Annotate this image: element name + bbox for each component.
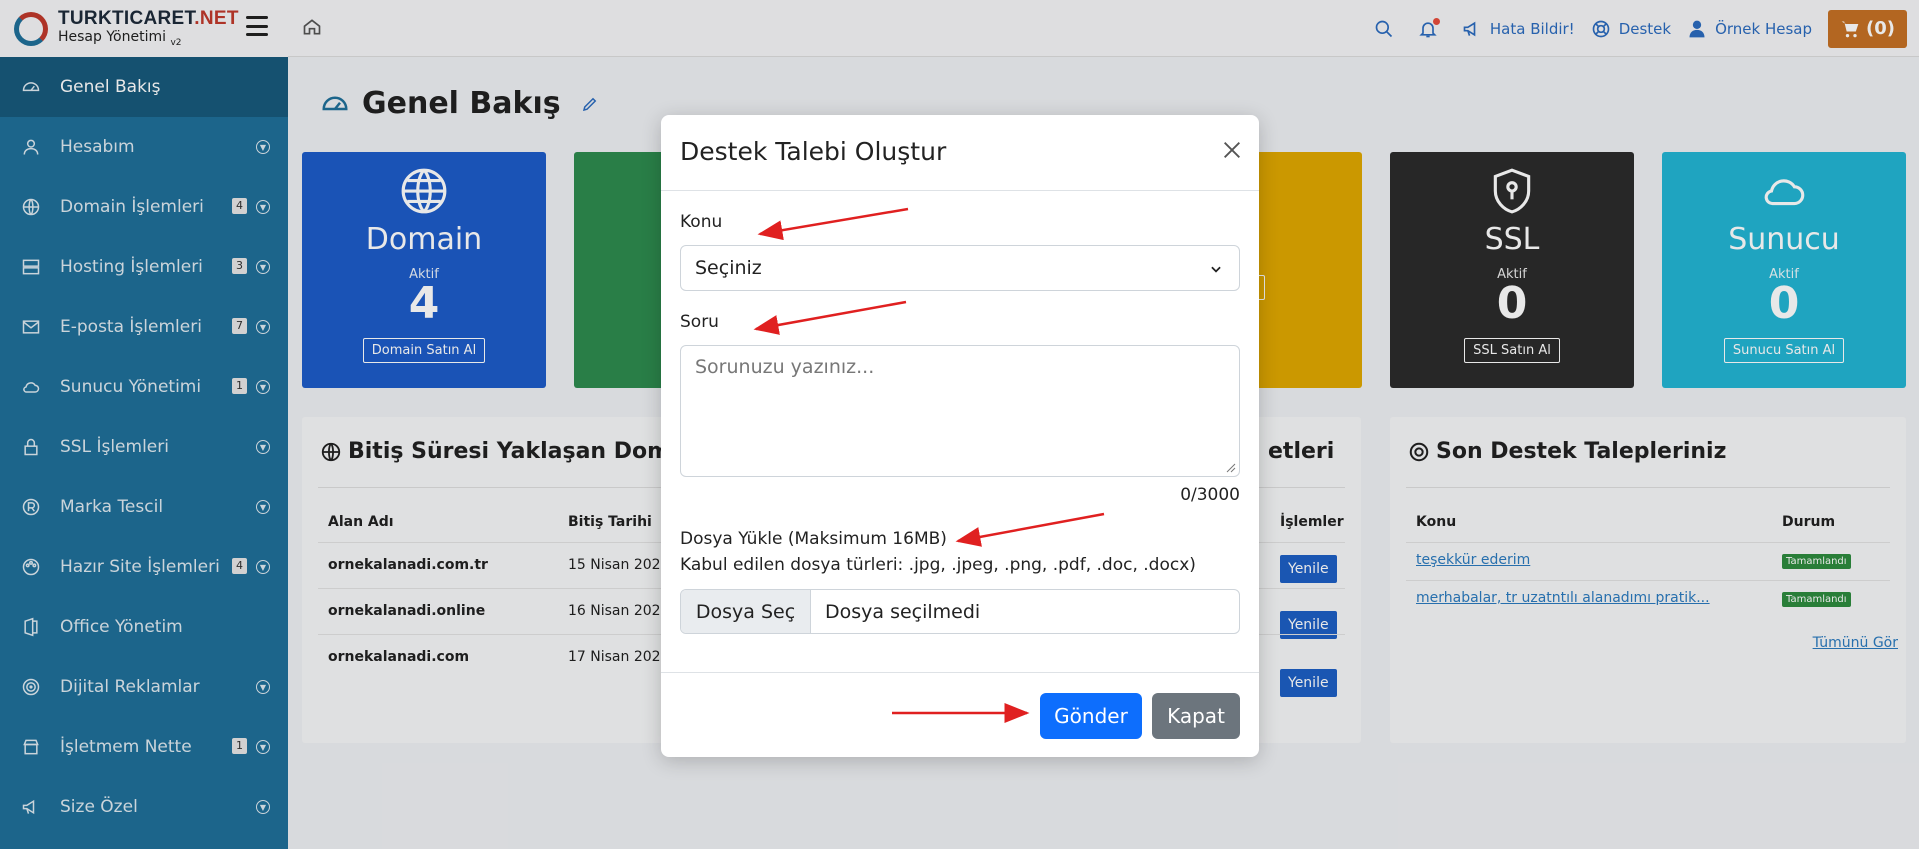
chevron-down-icon (1211, 266, 1221, 273)
close-button[interactable]: Kapat (1152, 693, 1240, 739)
subject-label: Konu (680, 212, 723, 232)
subject-select[interactable]: Seçiniz (680, 245, 1240, 291)
choose-file-button[interactable]: Dosya Seç (681, 590, 811, 633)
char-counter: 0/3000 (1180, 485, 1240, 505)
file-input[interactable]: Dosya Seç Dosya seçilmedi (680, 589, 1240, 634)
file-name-text: Dosya seçilmedi (825, 600, 981, 623)
close-icon[interactable] (1221, 139, 1243, 161)
resize-handle-icon[interactable] (1226, 463, 1236, 473)
upload-label: Dosya Yükle (Maksimum 16MB) (680, 529, 947, 549)
question-label: Soru (680, 312, 719, 332)
question-textarea[interactable]: Sorunuzu yazınız... (680, 345, 1240, 477)
support-request-modal: Destek Talebi Oluştur Konu Seçiniz Soru … (661, 115, 1259, 757)
accepted-types-text: Kabul edilen dosya türleri: .jpg, .jpeg,… (680, 555, 1196, 575)
modal-title: Destek Talebi Oluştur (680, 137, 947, 166)
submit-button[interactable]: Gönder (1040, 693, 1142, 739)
